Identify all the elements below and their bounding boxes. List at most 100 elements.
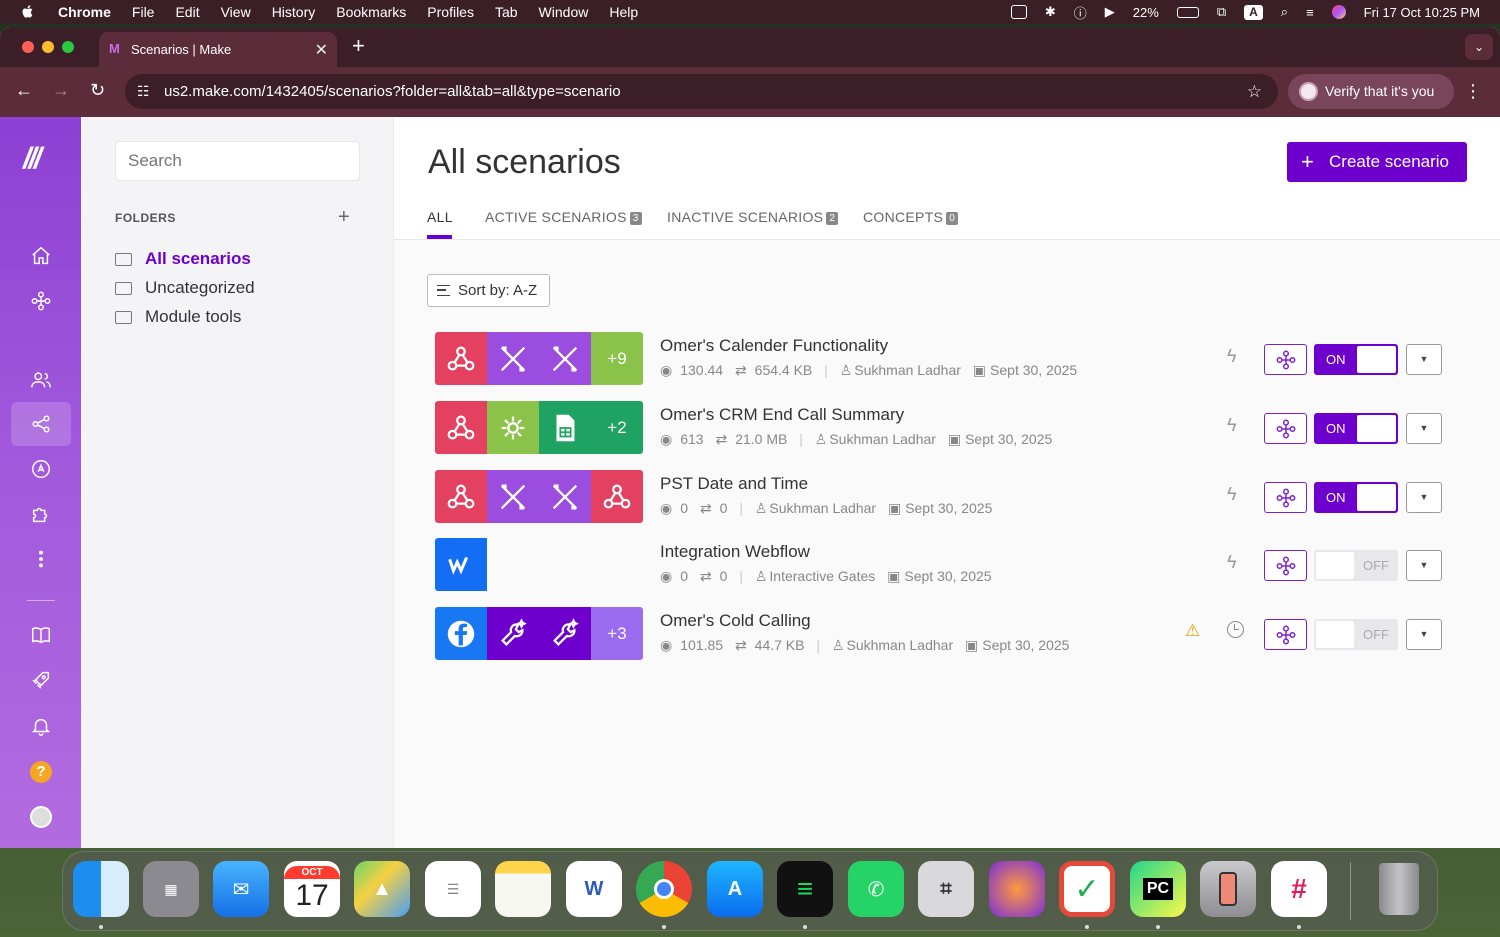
siri-icon[interactable] bbox=[1331, 5, 1346, 19]
sort-button[interactable]: Sort by: A-Z bbox=[427, 274, 550, 307]
site-settings-icon[interactable]: ☷ bbox=[137, 74, 150, 109]
notifications-bell-icon[interactable] bbox=[20, 705, 62, 747]
menu-window[interactable]: Window bbox=[539, 4, 589, 20]
search-input[interactable] bbox=[115, 141, 360, 181]
menu-bookmarks[interactable]: Bookmarks bbox=[336, 4, 406, 20]
menu-help[interactable]: Help bbox=[609, 4, 638, 20]
forward-arrow-icon[interactable]: → bbox=[52, 80, 70, 101]
scenario-row[interactable]: +9 Omer's Calender Functionality ◉ 130.44… bbox=[435, 332, 1445, 385]
scenario-row[interactable]: +3 Omer's Cold Calling ◉ 101.85 ⇄ 44.7 KB … bbox=[435, 607, 1445, 660]
scenario-toggle[interactable]: ON bbox=[1314, 482, 1398, 513]
play-icon[interactable]: ▶ bbox=[1105, 4, 1115, 20]
menu-file[interactable]: File bbox=[132, 4, 155, 20]
tasks-check-icon[interactable]: ✓ bbox=[1059, 861, 1115, 917]
slack-icon[interactable]: # bbox=[1271, 861, 1327, 917]
scenario-options-dropdown-button[interactable]: ▼ bbox=[1406, 619, 1442, 650]
scenario-options-dropdown-button[interactable]: ▼ bbox=[1406, 550, 1442, 581]
menu-app-name[interactable]: Chrome bbox=[58, 4, 111, 20]
accessibility-icon[interactable]: ⓘ bbox=[1074, 3, 1087, 22]
scenario-module-tiles[interactable]: +2 bbox=[435, 401, 643, 454]
open-flow-button[interactable] bbox=[1264, 344, 1307, 375]
folder-module-tools[interactable]: Module tools bbox=[115, 307, 241, 327]
bluetooth-icon[interactable]: ✱ bbox=[1045, 4, 1056, 20]
calendar-icon[interactable]: OCT 17 bbox=[284, 861, 340, 917]
scenarios-flow-icon[interactable] bbox=[20, 280, 62, 322]
home-icon[interactable] bbox=[20, 235, 62, 277]
menu-history[interactable]: History bbox=[272, 4, 316, 20]
tab-inactive-scenarios[interactable]: INACTIVE SCENARIOS 2 bbox=[667, 209, 839, 225]
close-window-button[interactable] bbox=[22, 41, 34, 53]
create-scenario-button[interactable]: + Create scenario bbox=[1287, 142, 1467, 182]
scenario-options-dropdown-button[interactable]: ▼ bbox=[1406, 344, 1442, 375]
ai-icon[interactable] bbox=[20, 448, 62, 490]
scenario-name[interactable]: Omer's CRM End Call Summary bbox=[660, 405, 904, 425]
close-tab-icon[interactable]: ✕ bbox=[315, 40, 328, 60]
spotlight-search-icon[interactable]: ⌕ bbox=[1281, 4, 1288, 20]
new-tab-button[interactable]: + bbox=[352, 33, 365, 59]
scenario-name[interactable]: PST Date and Time bbox=[660, 474, 808, 494]
app-store-icon[interactable]: A bbox=[707, 861, 763, 917]
scenario-row[interactable]: +2 Omer's CRM End Call Summary ◉ 613 ⇄ 21.… bbox=[435, 401, 1445, 454]
screen-share-icon[interactable]: ⧉ bbox=[1217, 4, 1226, 20]
team-icon[interactable] bbox=[20, 359, 62, 401]
scenario-options-dropdown-button[interactable]: ▼ bbox=[1406, 413, 1442, 444]
scenario-toggle[interactable]: OFF bbox=[1314, 619, 1398, 650]
minimize-window-button[interactable] bbox=[42, 41, 54, 53]
scenario-module-tiles[interactable]: +9 bbox=[435, 332, 643, 385]
menu-edit[interactable]: Edit bbox=[175, 4, 199, 20]
scenario-module-tiles[interactable] bbox=[435, 538, 643, 591]
notes-icon[interactable] bbox=[495, 861, 551, 917]
bookmark-star-icon[interactable]: ☆ bbox=[1247, 74, 1262, 109]
scenario-toggle[interactable]: ON bbox=[1314, 344, 1398, 375]
battery-icon[interactable] bbox=[1176, 6, 1199, 18]
scenario-name[interactable]: Omer's Calender Functionality bbox=[660, 336, 888, 356]
scenario-name[interactable]: Integration Webflow bbox=[660, 542, 810, 562]
menu-profiles[interactable]: Profiles bbox=[427, 4, 474, 20]
whatsapp-icon[interactable]: ✆ bbox=[848, 861, 904, 917]
apple-icon[interactable] bbox=[20, 4, 36, 20]
schedule-clock-icon[interactable] bbox=[1227, 621, 1244, 638]
folder-all-scenarios[interactable]: All scenarios bbox=[115, 249, 251, 269]
reminders-icon[interactable]: ☰ bbox=[425, 861, 481, 917]
reload-icon[interactable]: ↻ bbox=[90, 80, 105, 101]
chrome-icon[interactable] bbox=[636, 861, 692, 917]
scenario-name[interactable]: Omer's Cold Calling bbox=[660, 611, 811, 631]
scenario-module-tiles[interactable] bbox=[435, 470, 643, 523]
browser-tab-active[interactable]: M Scenarios | Make ✕ bbox=[99, 32, 337, 67]
pycharm-icon[interactable]: PC bbox=[1130, 861, 1186, 917]
finder-icon[interactable] bbox=[73, 861, 129, 917]
zoom-window-button[interactable] bbox=[62, 41, 74, 53]
make-logo-icon[interactable]: /// bbox=[23, 142, 42, 176]
address-bar[interactable]: ☷ us2.make.com/1432405/scenarios?folder=… bbox=[125, 74, 1278, 109]
tab-concepts[interactable]: CONCEPTS 0 bbox=[863, 209, 959, 225]
open-flow-button[interactable] bbox=[1264, 619, 1307, 650]
launchpad-icon[interactable]: ▦ bbox=[143, 861, 199, 917]
scenario-toggle[interactable]: OFF bbox=[1314, 550, 1398, 581]
add-folder-button[interactable]: + bbox=[338, 206, 350, 229]
help-icon[interactable]: ? bbox=[20, 751, 62, 793]
instant-trigger-bolt-icon[interactable]: ϟ bbox=[1227, 552, 1237, 573]
scenario-options-dropdown-button[interactable]: ▼ bbox=[1406, 482, 1442, 513]
calculator-icon[interactable]: ⌗ bbox=[918, 861, 974, 917]
scenario-module-tiles[interactable]: +3 bbox=[435, 607, 643, 660]
tab-active-scenarios[interactable]: ACTIVE SCENARIOS 3 bbox=[485, 209, 642, 225]
spotify-icon[interactable]: ≡ bbox=[777, 861, 833, 917]
mail-icon[interactable]: ✉ bbox=[213, 861, 269, 917]
warning-icon[interactable]: ⚠ bbox=[1185, 621, 1200, 641]
instant-trigger-bolt-icon[interactable]: ϟ bbox=[1227, 346, 1237, 367]
tab-search-chevron-icon[interactable]: ⌄ bbox=[1465, 34, 1493, 60]
word-icon[interactable]: W bbox=[566, 861, 622, 917]
verify-identity-button[interactable]: Verify that it's you bbox=[1288, 74, 1454, 109]
user-avatar[interactable] bbox=[20, 796, 62, 838]
firefox-icon[interactable] bbox=[989, 861, 1045, 917]
folder-uncategorized[interactable]: Uncategorized bbox=[115, 278, 255, 298]
open-flow-button[interactable] bbox=[1264, 482, 1307, 513]
control-center-icon[interactable]: ≡ bbox=[1306, 5, 1314, 20]
docs-book-icon[interactable] bbox=[20, 614, 62, 656]
maps-icon[interactable]: ▲ bbox=[354, 861, 410, 917]
tab-all[interactable]: ALL bbox=[427, 209, 453, 225]
trash-icon[interactable] bbox=[1371, 861, 1427, 917]
menu-view[interactable]: View bbox=[221, 4, 251, 20]
instant-trigger-bolt-icon[interactable]: ϟ bbox=[1227, 484, 1237, 505]
input-source-icon[interactable]: A bbox=[1244, 4, 1263, 20]
